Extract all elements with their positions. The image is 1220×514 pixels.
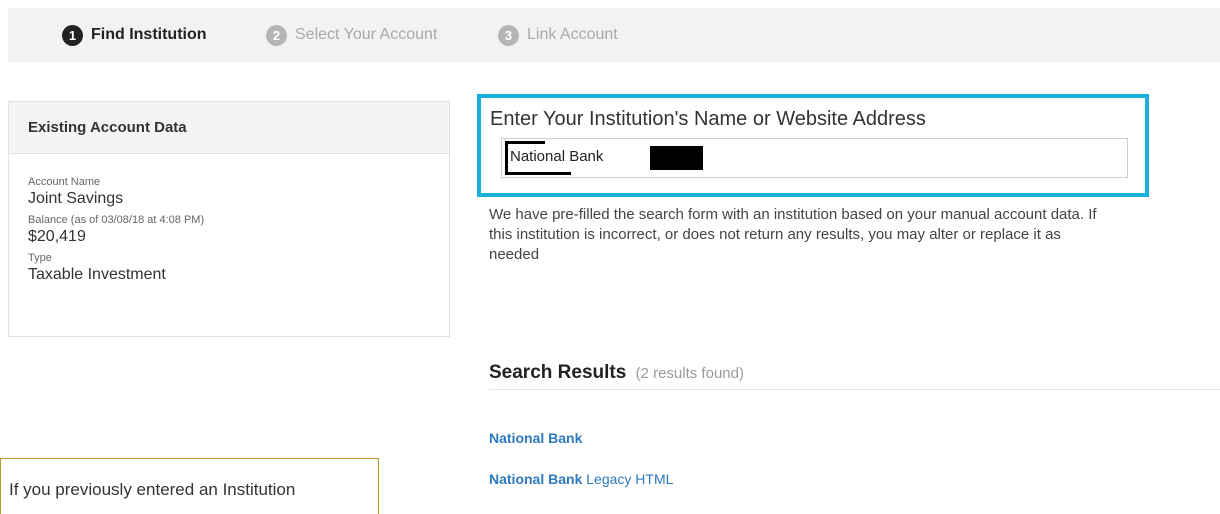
step-link-account[interactable]: 3 Link Account	[498, 8, 618, 62]
search-results-count: (2 results found)	[635, 365, 744, 382]
step-find-institution[interactable]: 1 Find Institution	[62, 8, 207, 62]
annotation-callout: If you previously entered an Institution	[0, 458, 379, 514]
existing-account-panel: Existing Account Data Account Name Joint…	[8, 101, 450, 337]
panel-header: Existing Account Data	[9, 102, 449, 154]
type-value: Taxable Investment	[28, 266, 166, 283]
callout-text: If you previously entered an Institution	[9, 480, 296, 499]
redaction-box	[650, 146, 703, 170]
search-results-title: Search Results	[489, 362, 627, 383]
step-number-badge: 3	[498, 24, 519, 46]
step-label: Find Institution	[91, 26, 207, 43]
search-results-heading: Search Results (2 results found)	[489, 362, 744, 384]
annotation-mark	[505, 172, 571, 175]
step-number-badge: 2	[266, 24, 287, 46]
step-select-account[interactable]: 2 Select Your Account	[266, 8, 437, 62]
panel-body: Account Name Joint Savings Balance (as o…	[9, 154, 449, 285]
annotation-mark	[505, 141, 508, 175]
balance-value: $20,419	[28, 228, 86, 245]
wizard-step-bar: 1 Find Institution 2 Select Your Account…	[8, 8, 1220, 62]
institution-search-section: Enter Your Institution's Name or Website…	[477, 94, 1149, 197]
annotation-mark	[505, 141, 545, 144]
search-result-link[interactable]: National Bank	[489, 430, 582, 446]
search-result-link[interactable]: National Bank Legacy HTML	[489, 471, 673, 487]
account-name-label: Account Name	[28, 176, 101, 188]
account-name-value: Joint Savings	[28, 190, 124, 207]
step-number-badge: 1	[62, 24, 83, 46]
results-divider	[489, 389, 1220, 390]
step-label: Select Your Account	[295, 26, 438, 43]
search-hint-text: We have pre-filled the search form with …	[489, 206, 1097, 263]
step-label: Link Account	[527, 26, 618, 43]
type-label: Type	[28, 252, 52, 264]
institution-search-input[interactable]: National Bank	[501, 138, 1128, 178]
result-name: National Bank	[489, 430, 583, 446]
search-input-value: National Bank	[510, 148, 604, 165]
result-suffix: Legacy HTML	[582, 471, 674, 487]
result-name: National Bank	[489, 471, 583, 487]
search-title: Enter Your Institution's Name or Website…	[490, 108, 926, 130]
balance-label: Balance (as of 03/08/18 at 4:08 PM)	[28, 214, 205, 226]
